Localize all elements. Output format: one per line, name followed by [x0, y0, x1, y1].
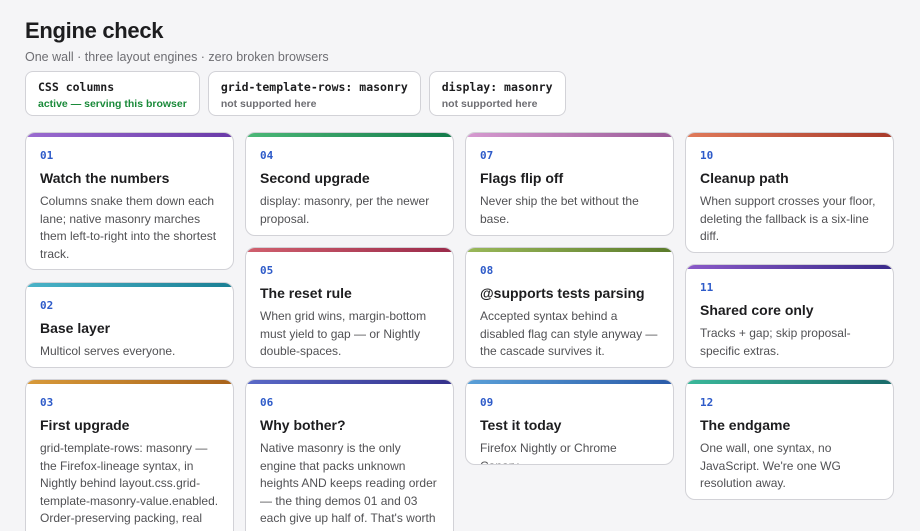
card-number: 04: [260, 149, 274, 162]
card-number: 08: [480, 264, 494, 277]
card-title: The endgame: [700, 417, 791, 433]
card-title: Shared core only: [700, 302, 814, 318]
engine-code: CSS columns: [38, 80, 115, 94]
card-title: The reset rule: [260, 285, 352, 301]
card-number: 09: [480, 396, 494, 409]
card-08: 08 @supports tests parsing Accepted synt…: [465, 247, 674, 368]
card-title: Base layer: [40, 320, 111, 336]
card-description: Columns snake them down each lane; nativ…: [40, 194, 217, 261]
card-title: Test it today: [480, 417, 562, 433]
card-01: 01 Watch the numbers Columns snake them …: [25, 132, 234, 270]
card-number: 05: [260, 264, 274, 277]
card-description: display: masonry, per the newer proposal…: [260, 194, 430, 226]
card-title: Watch the numbers: [40, 170, 170, 186]
page-title: Engine check: [25, 18, 164, 43]
engine-display-masonry: display: masonry not supported here: [428, 71, 566, 116]
card-number: 03: [40, 396, 54, 409]
card-number: 06: [260, 396, 274, 409]
card-title: Cleanup path: [700, 170, 789, 186]
card-description: Multicol serves everyone.: [40, 344, 176, 358]
card-description: When grid wins, margin-bottom must yield…: [260, 309, 427, 358]
card-03: 03 First upgrade grid-template-rows: mas…: [25, 379, 234, 531]
card-title: First upgrade: [40, 417, 130, 433]
card-description: One wall, one syntax, no JavaScript. We'…: [700, 441, 841, 490]
card-07: 07 Flags flip off Never ship the bet wit…: [465, 132, 674, 236]
engine-status: not supported here: [441, 98, 538, 110]
card-description: grid-template-rows: masonry — the Firefo…: [40, 441, 219, 531]
card-description: When support crosses your floor, deletin…: [700, 194, 876, 243]
card-05: 05 The reset rule When grid wins, margin…: [245, 247, 454, 368]
card-description: Native masonry is the only engine that p…: [260, 441, 437, 531]
card-description: Never ship the bet without the base.: [480, 194, 639, 226]
card-title: Flags flip off: [480, 170, 564, 186]
card-description: Accepted syntax behind a disabled flag c…: [480, 309, 658, 358]
card-title: Second upgrade: [260, 170, 370, 186]
card-number: 01: [40, 149, 54, 162]
engine-status: active — serving this browser: [38, 98, 187, 110]
card-02: 02 Base layer Multicol serves everyone.: [25, 282, 234, 368]
engine-status: not supported here: [220, 98, 317, 110]
card-number: 07: [480, 149, 494, 162]
card-number: 02: [40, 299, 54, 312]
card-title: Why bother?: [260, 417, 346, 433]
card-description: Tracks + gap; skip proposal-specific ext…: [700, 326, 851, 358]
card-06: 06 Why bother? Native masonry is the onl…: [245, 379, 454, 531]
card-11: 11 Shared core only Tracks + gap; skip p…: [685, 264, 894, 368]
engine-grid-masonry: grid-template-rows: masonry not supporte…: [207, 71, 421, 116]
card-12: 12 The endgame One wall, one syntax, no …: [685, 379, 894, 500]
card-number: 10: [700, 149, 714, 162]
page-subtitle: One wall · three layout engines · zero b…: [25, 50, 329, 64]
card-number: 11: [700, 281, 714, 294]
card-description: Firefox Nightly or Chrome Canary.: [480, 441, 617, 464]
page-header: Engine check One wall · three layout eng…: [25, 18, 329, 64]
engine-css-columns: CSS columns active — serving this browse…: [25, 71, 200, 116]
card-title: @supports tests parsing: [480, 285, 645, 301]
card-09: 09 Test it today Firefox Nightly or Chro…: [465, 379, 674, 465]
engine-code: display: masonry: [441, 80, 553, 94]
card-number: 12: [700, 396, 714, 409]
card-04: 04 Second upgrade display: masonry, per …: [245, 132, 454, 236]
engine-code: grid-template-rows: masonry: [220, 80, 408, 94]
card-10: 10 Cleanup path When support crosses you…: [685, 132, 894, 253]
engine-status-row: CSS columns active — serving this browse…: [25, 71, 566, 116]
